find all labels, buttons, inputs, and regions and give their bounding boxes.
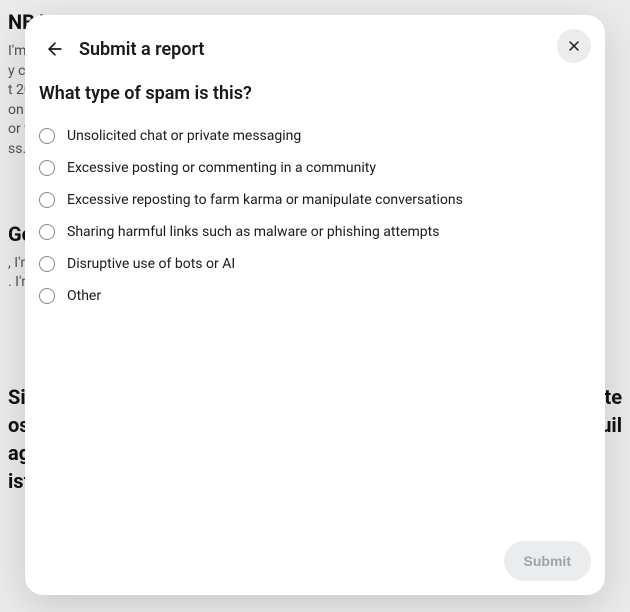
radio-icon [39, 160, 55, 176]
modal-title: Submit a report [79, 39, 204, 60]
option-label: Other [67, 288, 101, 304]
close-button[interactable] [557, 29, 591, 63]
options-list: Unsolicited chat or private messaging Ex… [39, 120, 591, 312]
modal-footer: Submit [39, 541, 591, 581]
option-row[interactable]: Sharing harmful links such as malware or… [39, 216, 591, 248]
modal-question: What type of spam is this? [39, 83, 591, 104]
option-row[interactable]: Other [39, 280, 591, 312]
radio-icon [39, 192, 55, 208]
option-row[interactable]: Unsolicited chat or private messaging [39, 120, 591, 152]
option-row[interactable]: Excessive posting or commenting in a com… [39, 152, 591, 184]
report-modal: Submit a report What type of spam is thi… [25, 15, 605, 595]
option-row[interactable]: Excessive reposting to farm karma or man… [39, 184, 591, 216]
option-label: Excessive posting or commenting in a com… [67, 160, 376, 176]
option-label: Sharing harmful links such as malware or… [67, 224, 439, 240]
modal-header: Submit a report [39, 29, 591, 69]
back-button[interactable] [39, 33, 71, 65]
option-label: Disruptive use of bots or AI [67, 256, 235, 272]
submit-button[interactable]: Submit [504, 541, 591, 581]
option-label: Unsolicited chat or private messaging [67, 128, 301, 144]
option-label: Excessive reposting to farm karma or man… [67, 192, 463, 208]
radio-icon [39, 128, 55, 144]
radio-icon [39, 224, 55, 240]
arrow-left-icon [45, 39, 65, 59]
radio-icon [39, 256, 55, 272]
radio-icon [39, 288, 55, 304]
close-icon [566, 38, 582, 54]
option-row[interactable]: Disruptive use of bots or AI [39, 248, 591, 280]
